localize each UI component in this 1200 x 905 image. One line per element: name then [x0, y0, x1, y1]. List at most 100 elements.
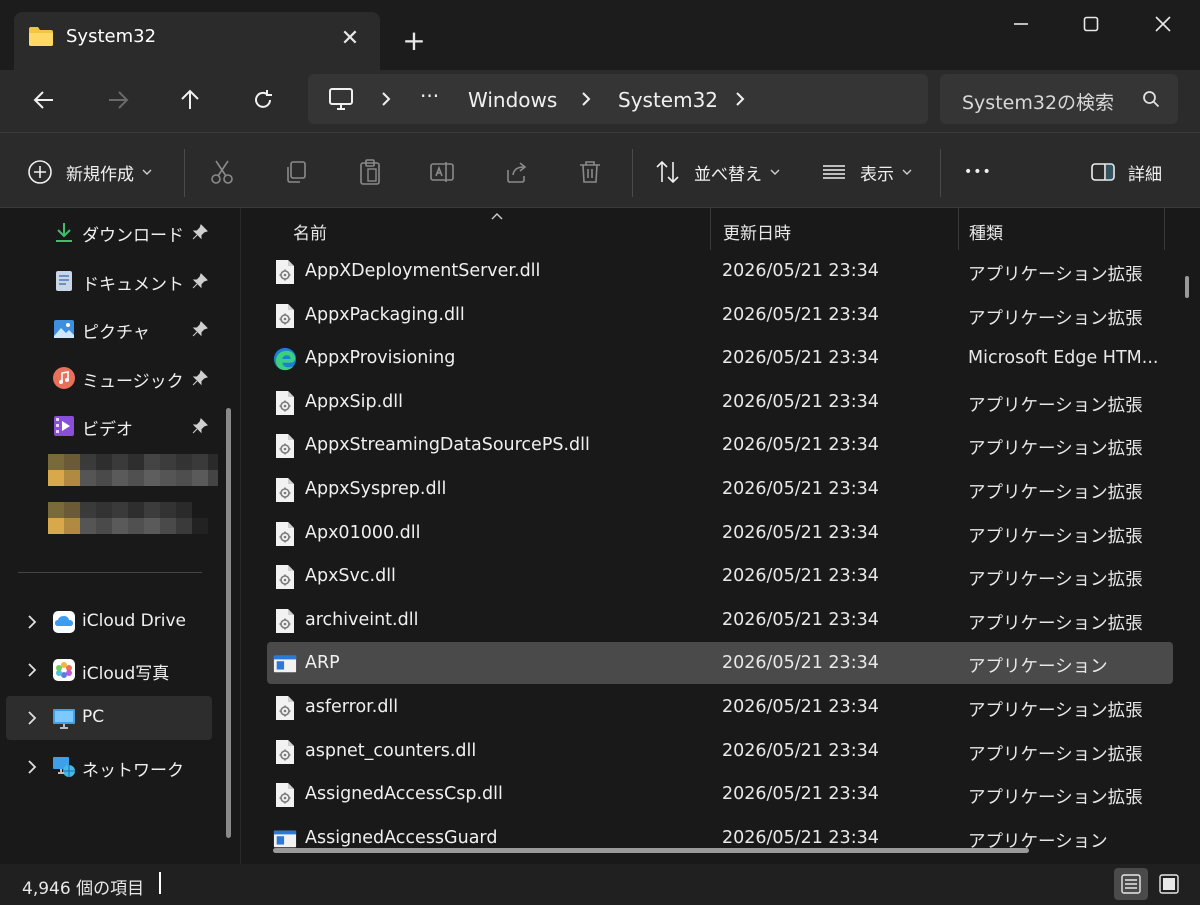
forward-button[interactable]	[96, 80, 140, 120]
pin-icon[interactable]	[192, 273, 208, 289]
file-row[interactable]: AppxStreamingDataSourcePS.dll 2026/05/21 …	[267, 424, 1173, 466]
file-row[interactable]: AssignedAccessCsp.dll 2026/05/21 23:34 アプリ…	[267, 773, 1173, 815]
rename-button[interactable]	[428, 155, 456, 189]
file-type: アプリケーション拡張	[968, 788, 1143, 809]
chevron-down-icon	[142, 169, 152, 175]
copy-button[interactable]	[282, 155, 310, 189]
view-button[interactable]: 表示	[820, 155, 912, 189]
address-bar[interactable]: ··· Windows System32	[308, 74, 928, 124]
obscured-item[interactable]	[48, 502, 218, 534]
sidebar-item-music[interactable]: ミュージック	[6, 356, 212, 400]
video-icon	[54, 416, 74, 436]
file-row[interactable]: AppxSip.dll 2026/05/21 23:34 アプリケーション拡張	[267, 381, 1173, 423]
sidebar-item-pictures[interactable]: ピクチャ	[6, 307, 212, 351]
file-row[interactable]: AppxPackaging.dll 2026/05/21 23:34 アプリケーショ…	[267, 294, 1173, 336]
sidebar-item-documents[interactable]: ドキュメント	[6, 259, 212, 303]
breadcrumb-system32[interactable]: System32	[618, 88, 718, 112]
search-box[interactable]: System32の検索	[940, 74, 1178, 124]
see-more-button[interactable]: •••	[964, 155, 992, 189]
share-icon	[507, 162, 527, 183]
chevron-right-icon[interactable]	[22, 708, 42, 728]
cut-button[interactable]	[208, 155, 236, 189]
pin-icon[interactable]	[192, 418, 208, 434]
details-view-button[interactable]	[1114, 868, 1148, 900]
navigation-pane: ダウンロード ドキュメント ピクチャ ミュージック ビデオ iCloud Dri…	[0, 208, 240, 864]
delete-button[interactable]	[576, 155, 604, 189]
title-bar: System32 ✕ +	[0, 0, 1200, 70]
close-window-button[interactable]	[1128, 0, 1198, 48]
sidebar-item-network[interactable]: ネットワーク	[6, 745, 212, 789]
search-input[interactable]: System32の検索	[962, 88, 1114, 115]
chevron-right-icon[interactable]	[22, 757, 42, 777]
file-name: Apx01000.dll	[305, 522, 421, 543]
back-button[interactable]	[22, 80, 66, 120]
file-name: AssignedAccessCsp.dll	[305, 784, 503, 805]
sidebar-item-icloud-drive[interactable]: iCloud Drive	[6, 600, 212, 644]
chevron-right-icon[interactable]	[734, 92, 746, 106]
file-row[interactable]: asferror.dll 2026/05/21 23:34 アプリケーション拡張	[267, 686, 1173, 728]
tab-system32[interactable]: System32 ✕	[14, 12, 380, 70]
pin-icon[interactable]	[192, 224, 208, 240]
file-row[interactable]: ARP 2026/05/21 23:34 アプリケーション	[267, 642, 1173, 685]
up-button[interactable]	[168, 80, 212, 120]
chevron-right-icon[interactable]	[380, 92, 392, 106]
file-date: 2026/05/21 23:34	[722, 827, 879, 848]
list-view-icon	[823, 165, 845, 179]
file-row[interactable]: ApxSvc.dll 2026/05/21 23:34 アプリケーション拡張	[267, 555, 1173, 597]
arrow-left-icon	[33, 91, 53, 109]
file-date: 2026/05/21 23:34	[722, 391, 879, 412]
paste-button[interactable]	[356, 155, 384, 189]
file-row[interactable]: archiveint.dll 2026/05/21 23:34 アプリケーション拡張	[267, 599, 1173, 641]
pin-icon[interactable]	[192, 321, 208, 337]
obscured-item[interactable]	[48, 454, 218, 486]
share-button[interactable]	[502, 155, 530, 189]
breadcrumb-windows[interactable]: Windows	[468, 88, 557, 112]
tiles-view-button[interactable]	[1152, 868, 1186, 900]
chevron-right-icon[interactable]	[580, 92, 592, 106]
sidebar-item-pc[interactable]: PC	[6, 696, 212, 740]
file-type: アプリケーション拡張	[968, 483, 1143, 503]
sidebar-item-label: ドキュメント	[82, 275, 184, 295]
details-pane-button[interactable]: 詳細	[1090, 155, 1162, 189]
file-row[interactable]: AppxSysprep.dll 2026/05/21 23:34 アプリケーション拡…	[267, 468, 1173, 510]
new-button[interactable]: 新規作成	[26, 155, 152, 189]
sidebar-item-label: ミュージック	[82, 372, 184, 392]
file-row[interactable]: AppXDeploymentServer.dll 2026/05/21 23:34…	[267, 250, 1173, 292]
item-count: 4,946 個の項目	[22, 879, 145, 899]
file-name: AppXDeploymentServer.dll	[305, 261, 541, 281]
file-date: 2026/05/21 23:34	[722, 479, 879, 499]
horizontal-scrollbar[interactable]	[273, 848, 1029, 853]
column-header-date[interactable]: 更新日時	[711, 208, 959, 250]
minimize-button[interactable]	[986, 0, 1056, 48]
file-row[interactable]: AppxProvisioning 2026/05/21 23:34 Microsof…	[267, 337, 1173, 379]
sidebar-item-label: iCloud Drive	[82, 611, 187, 631]
file-row[interactable]: aspnet_counters.dll 2026/05/21 23:34 アプリケー…	[267, 730, 1173, 772]
file-row[interactable]: Apx01000.dll 2026/05/21 23:34 アプリケーション拡張	[267, 512, 1173, 554]
address-overflow[interactable]: ···	[420, 84, 439, 108]
tab-close-button[interactable]: ✕	[332, 20, 368, 56]
chevron-down-icon	[770, 169, 780, 175]
sidebar-divider	[18, 572, 202, 573]
sidebar-item-videos[interactable]: ビデオ	[6, 404, 212, 448]
dll-file-icon	[276, 521, 294, 546]
refresh-button[interactable]	[241, 80, 285, 120]
file-name: asferror.dll	[305, 697, 399, 717]
sidebar-scrollbar[interactable]	[226, 408, 231, 838]
chevron-right-icon[interactable]	[22, 612, 42, 632]
file-name: AppxPackaging.dll	[305, 304, 465, 325]
chevron-right-icon[interactable]	[22, 660, 42, 680]
column-header-name[interactable]: 名前	[281, 208, 711, 250]
navigation-bar: ··· Windows System32 System32の検索	[0, 70, 1200, 132]
maximize-button[interactable]	[1056, 0, 1126, 48]
rename-icon	[430, 162, 454, 182]
sidebar-item-icloud-photos[interactable]: iCloud写真	[6, 648, 212, 692]
pin-icon[interactable]	[192, 370, 208, 386]
new-tab-button[interactable]: +	[396, 22, 432, 58]
command-bar: 新規作成 並べ替え 表示 ••• 詳細	[0, 132, 1200, 208]
plus-circle-icon	[28, 160, 52, 184]
vertical-scrollbar[interactable]	[1185, 276, 1189, 298]
sort-button[interactable]: 並べ替え	[654, 155, 780, 189]
sidebar-item-downloads[interactable]: ダウンロード	[6, 210, 212, 254]
column-header-type[interactable]: 種類	[957, 208, 1165, 250]
file-list: 名前 更新日時 種類 AppXDeploymentServer.dll 2026/…	[240, 208, 1200, 864]
